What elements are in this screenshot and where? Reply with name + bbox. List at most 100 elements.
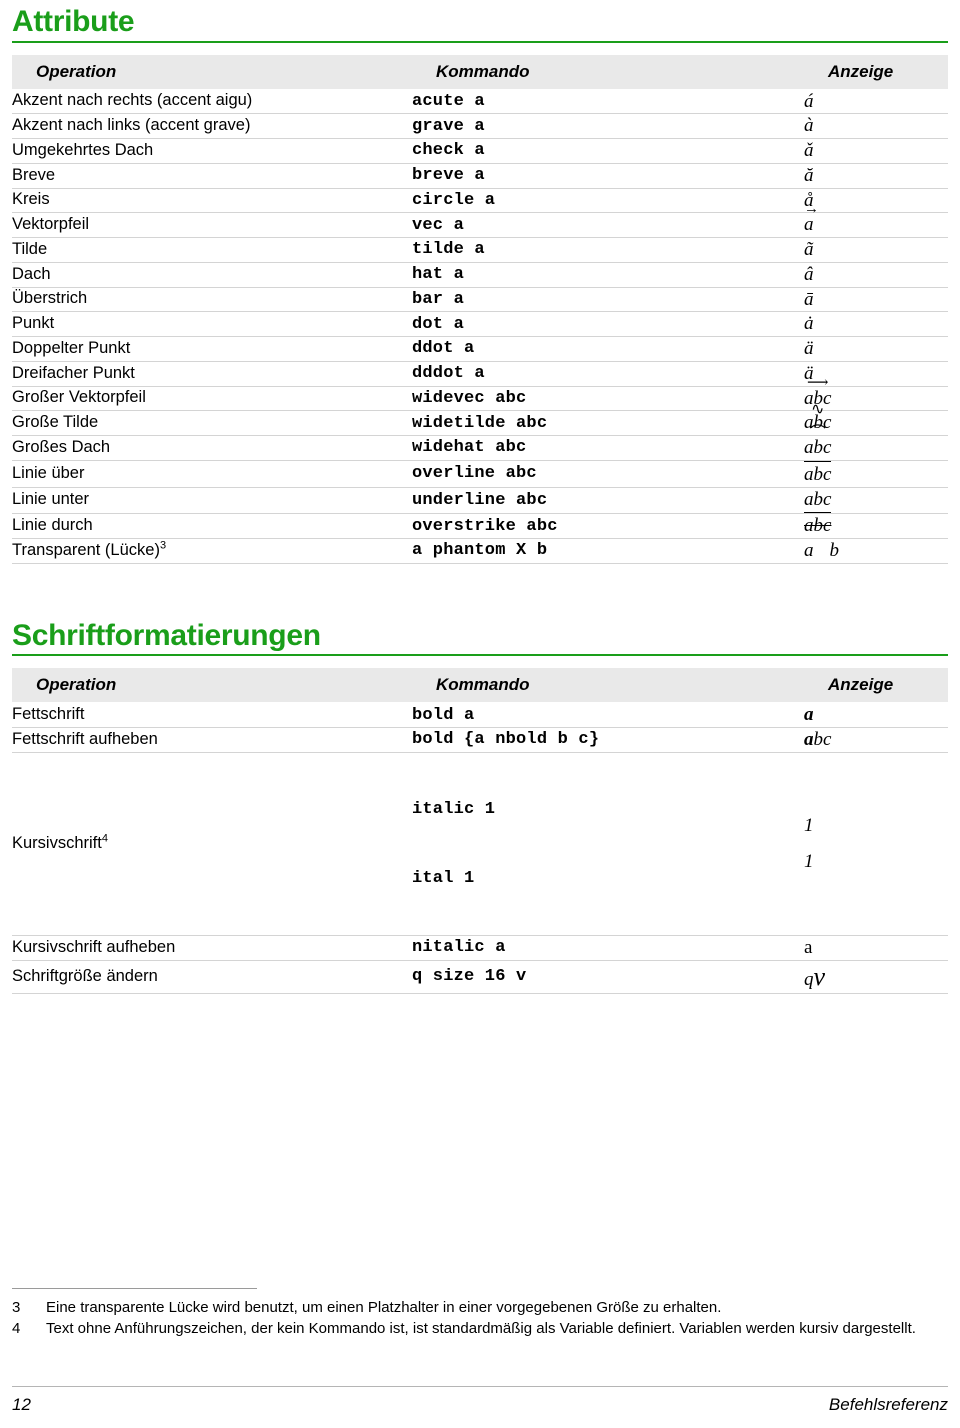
table-row: Großer Vektorpfeil widevec abc ⟶ abc	[12, 375, 948, 412]
display-cell: ä	[804, 336, 948, 362]
table-header-row: Operation Kommando Anzeige	[12, 54, 948, 90]
table-row: Akzent nach links (accent grave) grave a…	[12, 113, 948, 139]
table-row: Akzent nach rechts (accent aigu) acute a…	[12, 88, 948, 115]
command-cell: dot a	[412, 311, 804, 337]
display-cell: ã	[804, 237, 948, 263]
command-cell: vec a	[412, 212, 804, 238]
command-cell: grave a	[412, 113, 804, 139]
command-cell: nitalic a	[412, 935, 804, 961]
command-cell: widetilde abc	[412, 410, 804, 436]
bold-display: a	[804, 704, 814, 726]
size-display-large-part: v	[813, 961, 826, 991]
operation-cell: Großer Vektorpfeil	[12, 386, 412, 412]
operation-cell: Fettschrift aufheben	[12, 727, 412, 753]
command-cell: widehat abc	[412, 435, 804, 461]
operation-cell: Kreis	[12, 188, 412, 214]
display-line-2: 1	[804, 850, 814, 872]
command-cell: bold {a nbold b c}	[412, 727, 804, 753]
page-footer: 12 Befehlsreferenz	[12, 1386, 948, 1415]
table-row: Fettschrift aufheben bold {a nbold b c} …	[12, 727, 948, 753]
display-cell: → a	[804, 201, 948, 238]
table-row: Dreifacher Punkt dddot a ä	[12, 361, 948, 387]
operation-cell: Dreifacher Punkt	[12, 361, 412, 387]
display-cell: a	[804, 702, 948, 728]
table-row: Breve breve a ă	[12, 163, 948, 189]
table-row: Linie unter underline abc abc	[12, 487, 948, 515]
table-row: Umgekehrtes Dach check a ǎ	[12, 138, 948, 164]
display-cell: á	[804, 88, 948, 115]
column-header-kommando: Kommando	[412, 54, 804, 90]
phantom-display: ab	[804, 540, 839, 561]
table-row: Großes Dach widehat abc ⌒ abc	[12, 425, 948, 461]
display-cell: å	[804, 188, 948, 214]
table-row: Vektorpfeil vec a → a	[12, 201, 948, 238]
display-cell: ă	[804, 163, 948, 189]
table-header-row: Operation Kommando Anzeige	[12, 668, 948, 704]
table-row: Dach hat a â	[12, 262, 948, 288]
widehat-display: ⌒ abc	[804, 425, 831, 460]
table-row: Große Tilde widetilde abc ∿ abc	[12, 401, 948, 436]
section-heading-block-attribute: Attribute	[12, 0, 948, 43]
footnote-text: Eine transparente Lücke wird benutzt, um…	[46, 1299, 722, 1316]
widetilde-display: ∿ abc	[804, 401, 832, 435]
display-cell: ǎ	[804, 138, 948, 164]
operation-cell: Dach	[12, 262, 412, 288]
display-cell: abc	[804, 487, 948, 515]
column-header-anzeige: Anzeige	[804, 668, 948, 704]
footnote-number: 3	[12, 1299, 21, 1316]
underline-display: abc	[804, 488, 832, 514]
page-title: Attribute	[12, 6, 948, 43]
nbold-display-regular-part: bc	[813, 729, 832, 750]
display-cell: ä	[804, 361, 948, 387]
table-row: Schriftgröße ändern q size 16 v qv	[12, 960, 948, 994]
table-row: Kreis circle a å	[12, 188, 948, 214]
overline-display: abc	[804, 460, 832, 487]
column-header-anzeige: Anzeige	[804, 54, 948, 90]
table-row: Punkt dot a ȧ	[12, 311, 948, 337]
section-heading-block-schriftformatierungen: Schriftformatierungen	[12, 564, 948, 657]
operation-cell: Große Tilde	[12, 410, 412, 436]
display-line-1: 1	[804, 815, 814, 836]
display-cell: ⟶ abc	[804, 375, 948, 412]
operation-cell: Akzent nach rechts (accent aigu)	[12, 88, 412, 115]
display-cell: ab	[804, 538, 948, 564]
table-row: Transparent (Lücke)3 a phantom X b ab	[12, 538, 948, 564]
operation-cell: Doppelter Punkt	[12, 336, 412, 362]
operation-cell: Linie über	[12, 460, 412, 488]
operation-cell: Linie durch	[12, 513, 412, 539]
footnote-text: Text ohne Anführungszeichen, der kein Ko…	[46, 1320, 916, 1338]
command-cell: dddot a	[412, 361, 804, 387]
display-cell: abc	[804, 513, 948, 539]
command-cell: overstrike abc	[412, 513, 804, 539]
operation-cell: Vektorpfeil	[12, 212, 412, 238]
vec-display: → a	[804, 201, 819, 236]
section-title: Schriftformatierungen	[12, 620, 948, 657]
widevec-base: abc	[804, 387, 832, 409]
display-cell: â	[804, 262, 948, 288]
command-cell: a phantom X b	[412, 538, 804, 564]
document-title-footer: Befehlsreferenz	[828, 1395, 948, 1414]
nbold-display-bold-part: a	[804, 729, 814, 750]
command-cell: acute a	[412, 88, 804, 115]
document-page: Attribute Operation Kommando Anzeige Akz…	[0, 0, 960, 1428]
display-cell: à	[804, 113, 948, 139]
widetilde-base: abc	[804, 412, 832, 434]
footnotes-block: 3 Eine transparente Lücke wird benutzt, …	[12, 1288, 948, 1341]
operation-cell: Transparent (Lücke)3	[12, 538, 412, 564]
command-cell: widevec abc	[412, 386, 804, 412]
table-row: Tilde tilde a ã	[12, 237, 948, 263]
page-number: 12	[12, 1395, 31, 1414]
schriftformatierungen-table: Operation Kommando Anzeige Fettschrift b…	[12, 668, 948, 994]
command-cell: tilde a	[412, 237, 804, 263]
operation-label: Transparent (Lücke)	[12, 540, 160, 559]
command-cell: breve a	[412, 163, 804, 189]
operation-cell: Großes Dach	[12, 435, 412, 461]
command-cell: bar a	[412, 287, 804, 313]
operation-cell: Schriftgröße ändern	[12, 960, 412, 994]
table-row: Fettschrift bold a a	[12, 702, 948, 728]
command-cell: italic 1 ital 1	[412, 752, 804, 936]
operation-cell: Linie unter	[12, 487, 412, 515]
display-cell: ā	[804, 287, 948, 313]
table-row: Überstrich bar a ā	[12, 287, 948, 313]
column-header-operation: Operation	[12, 54, 412, 90]
